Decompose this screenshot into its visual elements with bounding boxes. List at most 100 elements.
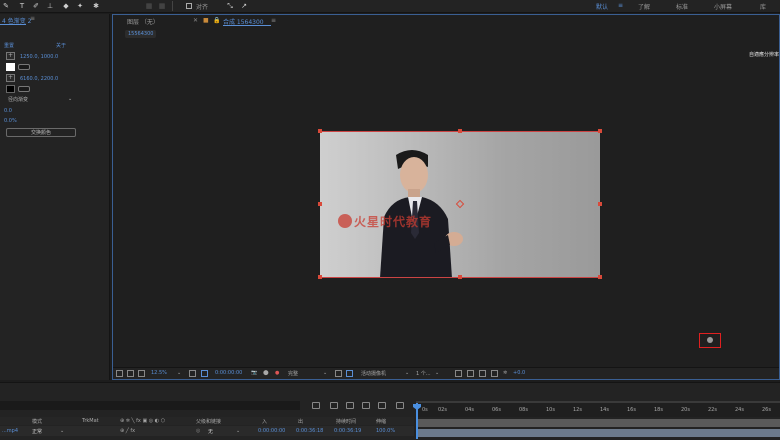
pen-tool-icon[interactable]: ✎	[2, 2, 10, 10]
shy-icon[interactable]	[346, 402, 354, 409]
chevron-down-icon[interactable]: ⌄	[323, 370, 327, 376]
ramp-shape-select[interactable]: 径向渐变 ⌄	[8, 96, 76, 104]
start-color-swatch[interactable]	[6, 63, 15, 71]
layer-duration[interactable]: 0:00:36:19	[334, 428, 361, 434]
snap-magnet-icon[interactable]: ⤡	[226, 2, 234, 10]
channel-icon[interactable]: ●	[275, 370, 279, 376]
layer-out[interactable]: 0:00:36:18	[296, 428, 323, 434]
exposure-value[interactable]: +0.0	[513, 370, 525, 376]
layer-in[interactable]: 0:00:00:00	[258, 428, 285, 434]
layer-name[interactable]: ...mp4	[2, 428, 18, 434]
end-point-crosshair-icon[interactable]: +	[6, 74, 15, 82]
layer-row[interactable]: ...mp4 正常 ⌄ ⊕ ╱ fx ◎ 无 ⌄ 0:00:00:00 0:00…	[0, 426, 414, 436]
chevron-down-icon[interactable]: ⌄	[405, 370, 409, 376]
motion-blur-icon[interactable]	[378, 402, 386, 409]
layer-track-bar-2[interactable]	[416, 429, 780, 437]
breadcrumb[interactable]: 15564300	[125, 30, 157, 38]
always-preview-icon[interactable]	[116, 370, 123, 377]
eraser-tool-icon[interactable]: ◆	[62, 2, 70, 10]
chevron-down-icon[interactable]: ⌄	[236, 428, 240, 434]
workspace-menu-icon[interactable]: ≡	[618, 2, 623, 9]
close-icon[interactable]: ✕	[193, 17, 198, 24]
swap-colors-button[interactable]: 交换颜色	[6, 128, 76, 137]
eyedropper-icon-2[interactable]	[18, 86, 30, 92]
layer-search-input[interactable]	[0, 401, 300, 410]
record-button-highlight[interactable]	[699, 333, 721, 348]
start-point-value[interactable]: 1250.0, 1000.0	[20, 54, 58, 60]
timecode[interactable]: 0:00:00:00	[215, 370, 242, 376]
col-trkmat: TrkMat	[82, 418, 99, 424]
lock-icon[interactable]: 🔒	[213, 17, 220, 24]
snap-options-icon[interactable]: ↗	[240, 2, 248, 10]
video-layer-frame[interactable]: 火星时代教育	[320, 131, 600, 278]
layer-track-bar[interactable]	[416, 419, 780, 427]
tab-underline	[0, 24, 26, 25]
guides-icon[interactable]	[138, 370, 145, 377]
timeline-icon[interactable]	[479, 370, 486, 377]
graph-editor-icon[interactable]	[396, 402, 404, 409]
fast-preview-icon[interactable]	[467, 370, 474, 377]
end-point-value[interactable]: 6160.0, 2200.0	[20, 76, 58, 82]
transform-handle[interactable]	[598, 275, 602, 279]
layer-parent[interactable]: 无	[208, 428, 213, 435]
snap-checkbox[interactable]	[186, 3, 192, 9]
exposure-reset-icon[interactable]: ✲	[503, 370, 507, 376]
workspace-learn[interactable]: 了解	[638, 2, 650, 11]
flowchart-icon[interactable]	[491, 370, 498, 377]
frame-blending-icon[interactable]	[362, 402, 370, 409]
workspace-small-screen[interactable]: 小屏幕	[714, 2, 732, 11]
eyedropper-icon[interactable]	[18, 64, 30, 70]
chevron-down-icon[interactable]: ⌄	[435, 370, 439, 376]
text-tool-icon[interactable]: T	[18, 2, 26, 10]
zoom-value[interactable]: 12.5%	[151, 370, 167, 376]
draft-3d-icon[interactable]	[330, 402, 338, 409]
end-color-swatch[interactable]	[6, 85, 15, 93]
about-link[interactable]: 关于	[56, 42, 66, 49]
roto-brush-tool-icon[interactable]: ✦	[76, 2, 84, 10]
start-point-crosshair-icon[interactable]: +	[6, 52, 15, 60]
time-ruler[interactable]: 0s 02s 04s 06s 08s 10s 12s 14s 16s 18s 2…	[416, 403, 780, 417]
layer-mode[interactable]: 正常	[32, 428, 42, 435]
clone-stamp-tool-icon[interactable]: ⊥	[46, 2, 54, 10]
layer-switches-icons[interactable]: ⊕ ╱ fx	[120, 428, 135, 434]
views-select[interactable]: 1 个...	[416, 370, 431, 377]
monitor-icon[interactable]	[127, 370, 134, 377]
transform-handle[interactable]	[318, 275, 322, 279]
region-icon[interactable]	[335, 370, 342, 377]
scatter-value[interactable]: 0.0	[4, 108, 12, 114]
transparency-grid-icon[interactable]	[346, 370, 353, 377]
brush-tool-icon[interactable]: ✐	[32, 2, 40, 10]
tab-layer[interactable]: 图层 （无）	[127, 17, 159, 26]
panel-menu-icon[interactable]: ≡	[271, 17, 276, 24]
toggle-pixel-icon[interactable]	[455, 370, 462, 377]
layer-stretch[interactable]: 100.0%	[376, 428, 395, 434]
transform-handle[interactable]	[318, 129, 322, 133]
reset-link[interactable]: 重置	[4, 42, 14, 49]
resolution-select[interactable]: 完整	[288, 370, 298, 377]
pickwhip-icon[interactable]: ◎	[196, 428, 200, 434]
chevron-down-icon[interactable]: ⌄	[60, 428, 64, 434]
workspace-default[interactable]: 默认	[596, 2, 608, 11]
panel-menu-icon[interactable]: ≡	[30, 15, 35, 22]
workspace-standard[interactable]: 标准	[676, 2, 688, 11]
camera-snapshot-icon[interactable]: 📷	[251, 370, 257, 376]
grid-icon[interactable]: ▦	[145, 2, 153, 10]
ruler-tick: 18s	[654, 407, 663, 413]
blend-value[interactable]: 0.0%	[4, 118, 17, 124]
region-of-interest-icon[interactable]	[201, 370, 208, 377]
transform-handle[interactable]	[598, 202, 602, 206]
show-snapshot-icon[interactable]: ⬤	[263, 370, 269, 376]
chevron-down-icon[interactable]: ⌄	[177, 370, 181, 376]
grid-icon-2[interactable]: ▦	[158, 2, 166, 10]
transform-handle[interactable]	[458, 275, 462, 279]
comp-mini-flowchart-icon[interactable]	[312, 402, 320, 409]
camera-select[interactable]: 活动摄像机	[361, 370, 386, 377]
transform-handle[interactable]	[598, 129, 602, 133]
puppet-pin-tool-icon[interactable]: ✱	[92, 2, 100, 10]
fit-icon[interactable]	[189, 370, 196, 377]
col-out: 出	[298, 419, 304, 425]
workspace-library[interactable]: 库	[760, 2, 766, 11]
transform-handle[interactable]	[318, 202, 322, 206]
ramp-shape-value: 径向渐变	[8, 97, 29, 103]
transform-handle[interactable]	[458, 129, 462, 133]
